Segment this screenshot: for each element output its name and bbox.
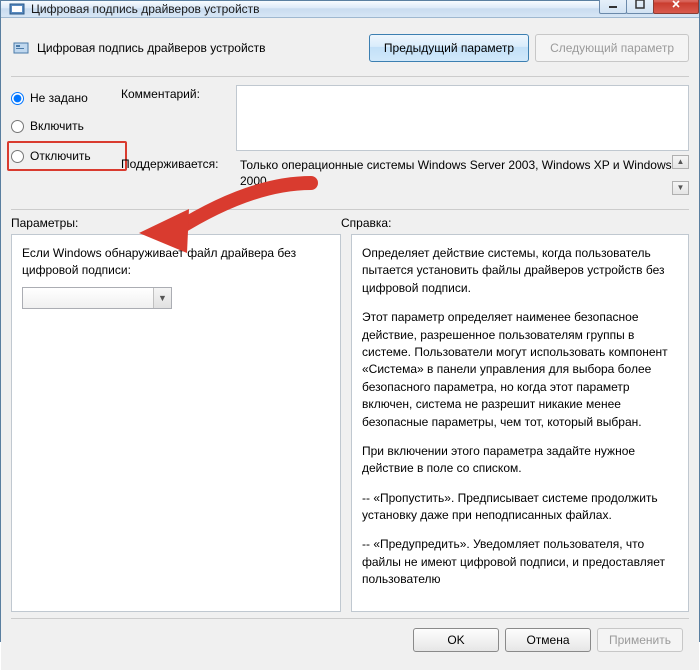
config-section: Не задано Включить Отключить Комментарий… xyxy=(11,77,689,209)
radio-not-configured-input[interactable] xyxy=(11,92,24,105)
help-p3: При включении этого параметра задайте ну… xyxy=(362,443,678,478)
radio-enabled-input[interactable] xyxy=(11,120,24,133)
separator xyxy=(11,209,689,210)
radio-disabled-input[interactable] xyxy=(11,150,24,163)
apply-button: Применить xyxy=(597,628,683,652)
dialog-footer: OK Отмена Применить xyxy=(11,618,689,662)
policy-icon xyxy=(13,40,29,56)
dialog-window: Цифровая подпись драйверов устройств Циф… xyxy=(0,0,700,642)
chevron-down-icon[interactable]: ▼ xyxy=(153,288,171,308)
supported-value: Только операционные системы Windows Serv… xyxy=(240,158,672,188)
section-labels: Параметры: Справка: xyxy=(11,216,689,230)
options-param-label: Если Windows обнаруживает файл драйвера … xyxy=(22,245,330,279)
maximize-button[interactable] xyxy=(626,0,654,14)
comment-label: Комментарий: xyxy=(121,85,236,151)
state-radio-group: Не задано Включить Отключить xyxy=(11,85,121,199)
close-button[interactable] xyxy=(653,0,699,14)
radio-not-configured-label: Не задано xyxy=(30,91,88,105)
panels: Если Windows обнаруживает файл драйвера … xyxy=(11,234,689,612)
ok-button[interactable]: OK xyxy=(413,628,499,652)
radio-not-configured[interactable]: Не задано xyxy=(11,89,121,107)
next-setting-button: Следующий параметр xyxy=(535,34,689,62)
options-panel: Если Windows обнаруживает файл драйвера … xyxy=(11,234,341,612)
dialog-body: Цифровая подпись драйверов устройств Пре… xyxy=(1,18,699,670)
radio-disabled[interactable]: Отключить xyxy=(11,147,119,165)
options-label: Параметры: xyxy=(11,216,341,230)
radio-disabled-label: Отключить xyxy=(30,149,91,163)
supported-row: Поддерживается: Только операционные сист… xyxy=(121,155,689,195)
comment-input[interactable] xyxy=(236,85,689,151)
titlebar: Цифровая подпись драйверов устройств xyxy=(1,1,699,18)
scroll-up-icon[interactable]: ▲ xyxy=(672,155,689,169)
help-p2: Этот параметр определяет наименее безопа… xyxy=(362,309,678,431)
help-p1: Определяет действие системы, когда польз… xyxy=(362,245,678,297)
minimize-button[interactable] xyxy=(599,0,627,14)
help-p4: -- «Пропустить». Предписывает системе пр… xyxy=(362,490,678,525)
options-combo[interactable]: ▼ xyxy=(22,287,172,309)
comment-row: Комментарий: xyxy=(121,85,689,151)
page-title: Цифровая подпись драйверов устройств xyxy=(37,41,363,55)
header-row: Цифровая подпись драйверов устройств Пре… xyxy=(11,24,689,77)
prev-setting-button[interactable]: Предыдущий параметр xyxy=(369,34,529,62)
help-panel[interactable]: Определяет действие системы, когда польз… xyxy=(351,234,689,612)
radio-enabled-label: Включить xyxy=(30,119,84,133)
supported-scrollbar[interactable]: ▲ ▼ xyxy=(672,155,689,195)
cancel-button[interactable]: Отмена xyxy=(505,628,591,652)
help-label: Справка: xyxy=(341,216,391,230)
scroll-down-icon[interactable]: ▼ xyxy=(672,181,689,195)
window-title: Цифровая подпись драйверов устройств xyxy=(31,2,600,16)
radio-enabled[interactable]: Включить xyxy=(11,117,121,135)
meta-column: Комментарий: Поддерживается: Только опер… xyxy=(121,85,689,199)
window-controls xyxy=(600,0,699,14)
app-icon xyxy=(9,1,25,17)
help-p5: -- «Предупредить». Уведомляет пользовате… xyxy=(362,536,678,588)
supported-label: Поддерживается: xyxy=(121,155,236,195)
supported-text: Только операционные системы Windows Serv… xyxy=(236,155,689,195)
highlight-box: Отключить xyxy=(7,141,127,171)
